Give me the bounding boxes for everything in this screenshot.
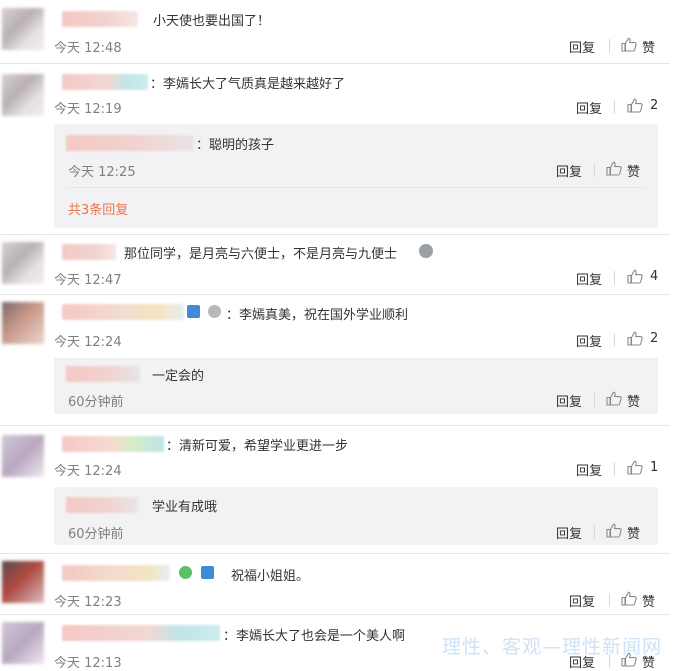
comment-item: 那位同学，是月亮与六便士，不是月亮与九便士 今天 12:47 回复 4 bbox=[0, 236, 670, 294]
like-count[interactable]: 4 bbox=[650, 269, 658, 284]
comment-text: ：李嫣长大了也会是一个美人啊 bbox=[223, 629, 406, 644]
username[interactable] bbox=[66, 366, 140, 382]
reply-thread: 一定会的 60分钟前 回复 赞 bbox=[54, 358, 658, 414]
like-count[interactable]: 2 bbox=[650, 98, 658, 113]
comment-text: 小天使也要出国了！ bbox=[153, 14, 271, 29]
comment-time: 今天 12:48 bbox=[54, 41, 122, 56]
thumbs-up-icon[interactable] bbox=[627, 98, 643, 113]
divider bbox=[614, 462, 615, 476]
divider bbox=[0, 234, 670, 235]
divider bbox=[594, 163, 595, 177]
divider bbox=[66, 187, 646, 188]
comment-item: 祝福小姐姐。 今天 12:23 回复 赞 bbox=[0, 555, 670, 615]
reply-button[interactable]: 回复 bbox=[576, 98, 602, 117]
reply-button[interactable]: 回复 bbox=[576, 269, 602, 288]
reply-button[interactable]: 回复 bbox=[576, 460, 602, 479]
reply-time: 今天 12:25 bbox=[68, 165, 136, 180]
username[interactable] bbox=[62, 11, 138, 27]
comment-time: 今天 12:47 bbox=[54, 273, 122, 288]
comment-item: ：李嫣长大了气质真是越来越好了 今天 12:19 回复 2 ：聪明的孩子 今天 … bbox=[0, 66, 670, 236]
comment-time: 今天 12:24 bbox=[54, 335, 122, 350]
username[interactable] bbox=[62, 304, 184, 320]
watermark: 理性、客观—理性新闻网 bbox=[441, 636, 662, 658]
thumbs-up-icon[interactable] bbox=[627, 460, 643, 475]
comment-text: 祝福小姐姐。 bbox=[231, 569, 310, 584]
thumbs-up-icon[interactable] bbox=[621, 37, 637, 52]
reply-text: ：聪明的孩子 bbox=[196, 138, 275, 153]
reply-thread: ：聪明的孩子 今天 12:25 回复 赞 共3条回复 bbox=[54, 124, 658, 228]
reply-button[interactable]: 回复 bbox=[556, 523, 582, 542]
divider bbox=[614, 100, 615, 114]
avatar[interactable] bbox=[2, 561, 44, 603]
username[interactable] bbox=[62, 436, 164, 452]
verified-badge-icon bbox=[201, 566, 214, 579]
thumbs-up-icon[interactable] bbox=[606, 523, 622, 538]
divider bbox=[0, 425, 670, 426]
username[interactable] bbox=[62, 74, 148, 90]
more-replies-link[interactable]: 共3条回复 bbox=[68, 199, 128, 218]
reply-button[interactable]: 回复 bbox=[556, 161, 582, 180]
comment-time: 今天 12:24 bbox=[54, 464, 122, 479]
reply-thread: 学业有成哦 60分钟前 回复 赞 bbox=[54, 487, 658, 545]
comment-text: ：李嫣长大了气质真是越来越好了 bbox=[150, 77, 346, 92]
comment-text: ：清新可爱，希望学业更进一步 bbox=[166, 439, 349, 454]
username[interactable] bbox=[66, 497, 138, 513]
avatar[interactable] bbox=[2, 302, 44, 344]
divider bbox=[0, 294, 670, 295]
comment-item: ：李嫣真美，祝在国外学业顺利 今天 12:24 回复 2 一定会的 60分钟前 … bbox=[0, 296, 670, 428]
username[interactable] bbox=[62, 565, 170, 581]
reply-time: 60分钟前 bbox=[68, 527, 124, 542]
comment-text: ：李嫣真美，祝在国外学业顺利 bbox=[226, 308, 409, 323]
medal-icon bbox=[208, 305, 221, 318]
avatar[interactable] bbox=[2, 622, 44, 664]
divider bbox=[0, 63, 670, 64]
comment-time: 今天 12:19 bbox=[54, 102, 122, 117]
like-count[interactable]: 1 bbox=[650, 460, 658, 475]
comment-time: 今天 12:23 bbox=[54, 595, 122, 610]
thumbs-up-icon[interactable] bbox=[606, 391, 622, 406]
reply-button[interactable]: 回复 bbox=[556, 391, 582, 410]
reply-time: 60分钟前 bbox=[68, 395, 124, 410]
like-count[interactable]: 2 bbox=[650, 331, 658, 346]
reply-button[interactable]: 回复 bbox=[576, 331, 602, 350]
verified-badge-icon bbox=[187, 305, 200, 318]
avatar[interactable] bbox=[2, 8, 44, 50]
reply-text: 一定会的 bbox=[152, 369, 205, 384]
like-button[interactable]: 赞 bbox=[642, 37, 655, 56]
emoji-icon bbox=[419, 244, 433, 258]
divider bbox=[0, 614, 670, 615]
reply-button[interactable]: 回复 bbox=[569, 37, 595, 56]
divider bbox=[609, 593, 610, 607]
divider bbox=[0, 553, 670, 554]
divider bbox=[614, 271, 615, 285]
like-button[interactable]: 赞 bbox=[642, 591, 655, 610]
divider bbox=[594, 393, 595, 407]
avatar[interactable] bbox=[2, 242, 44, 284]
divider bbox=[594, 525, 595, 539]
comment-text: 那位同学，是月亮与六便士，不是月亮与九便士 bbox=[124, 247, 398, 262]
thumbs-up-icon[interactable] bbox=[627, 269, 643, 284]
heart-badge-icon bbox=[179, 566, 192, 579]
divider bbox=[614, 333, 615, 347]
username[interactable] bbox=[62, 244, 116, 260]
like-button[interactable]: 赞 bbox=[627, 161, 640, 180]
divider bbox=[609, 39, 610, 53]
comment-item: ：清新可爱，希望学业更进一步 今天 12:24 回复 1 学业有成哦 60分钟前… bbox=[0, 427, 670, 555]
comment-item: 小天使也要出国了！ 今天 12:48 回复 赞 bbox=[0, 0, 670, 66]
comment-time: 今天 12:13 bbox=[54, 656, 122, 671]
avatar[interactable] bbox=[2, 74, 44, 116]
thumbs-up-icon[interactable] bbox=[621, 591, 637, 606]
like-button[interactable]: 赞 bbox=[627, 523, 640, 542]
reply-text: 学业有成哦 bbox=[152, 500, 218, 515]
like-button[interactable]: 赞 bbox=[627, 391, 640, 410]
thumbs-up-icon[interactable] bbox=[627, 331, 643, 346]
avatar[interactable] bbox=[2, 435, 44, 477]
username[interactable] bbox=[62, 625, 220, 641]
thumbs-up-icon[interactable] bbox=[606, 161, 622, 176]
username[interactable] bbox=[66, 135, 194, 151]
reply-button[interactable]: 回复 bbox=[569, 591, 595, 610]
